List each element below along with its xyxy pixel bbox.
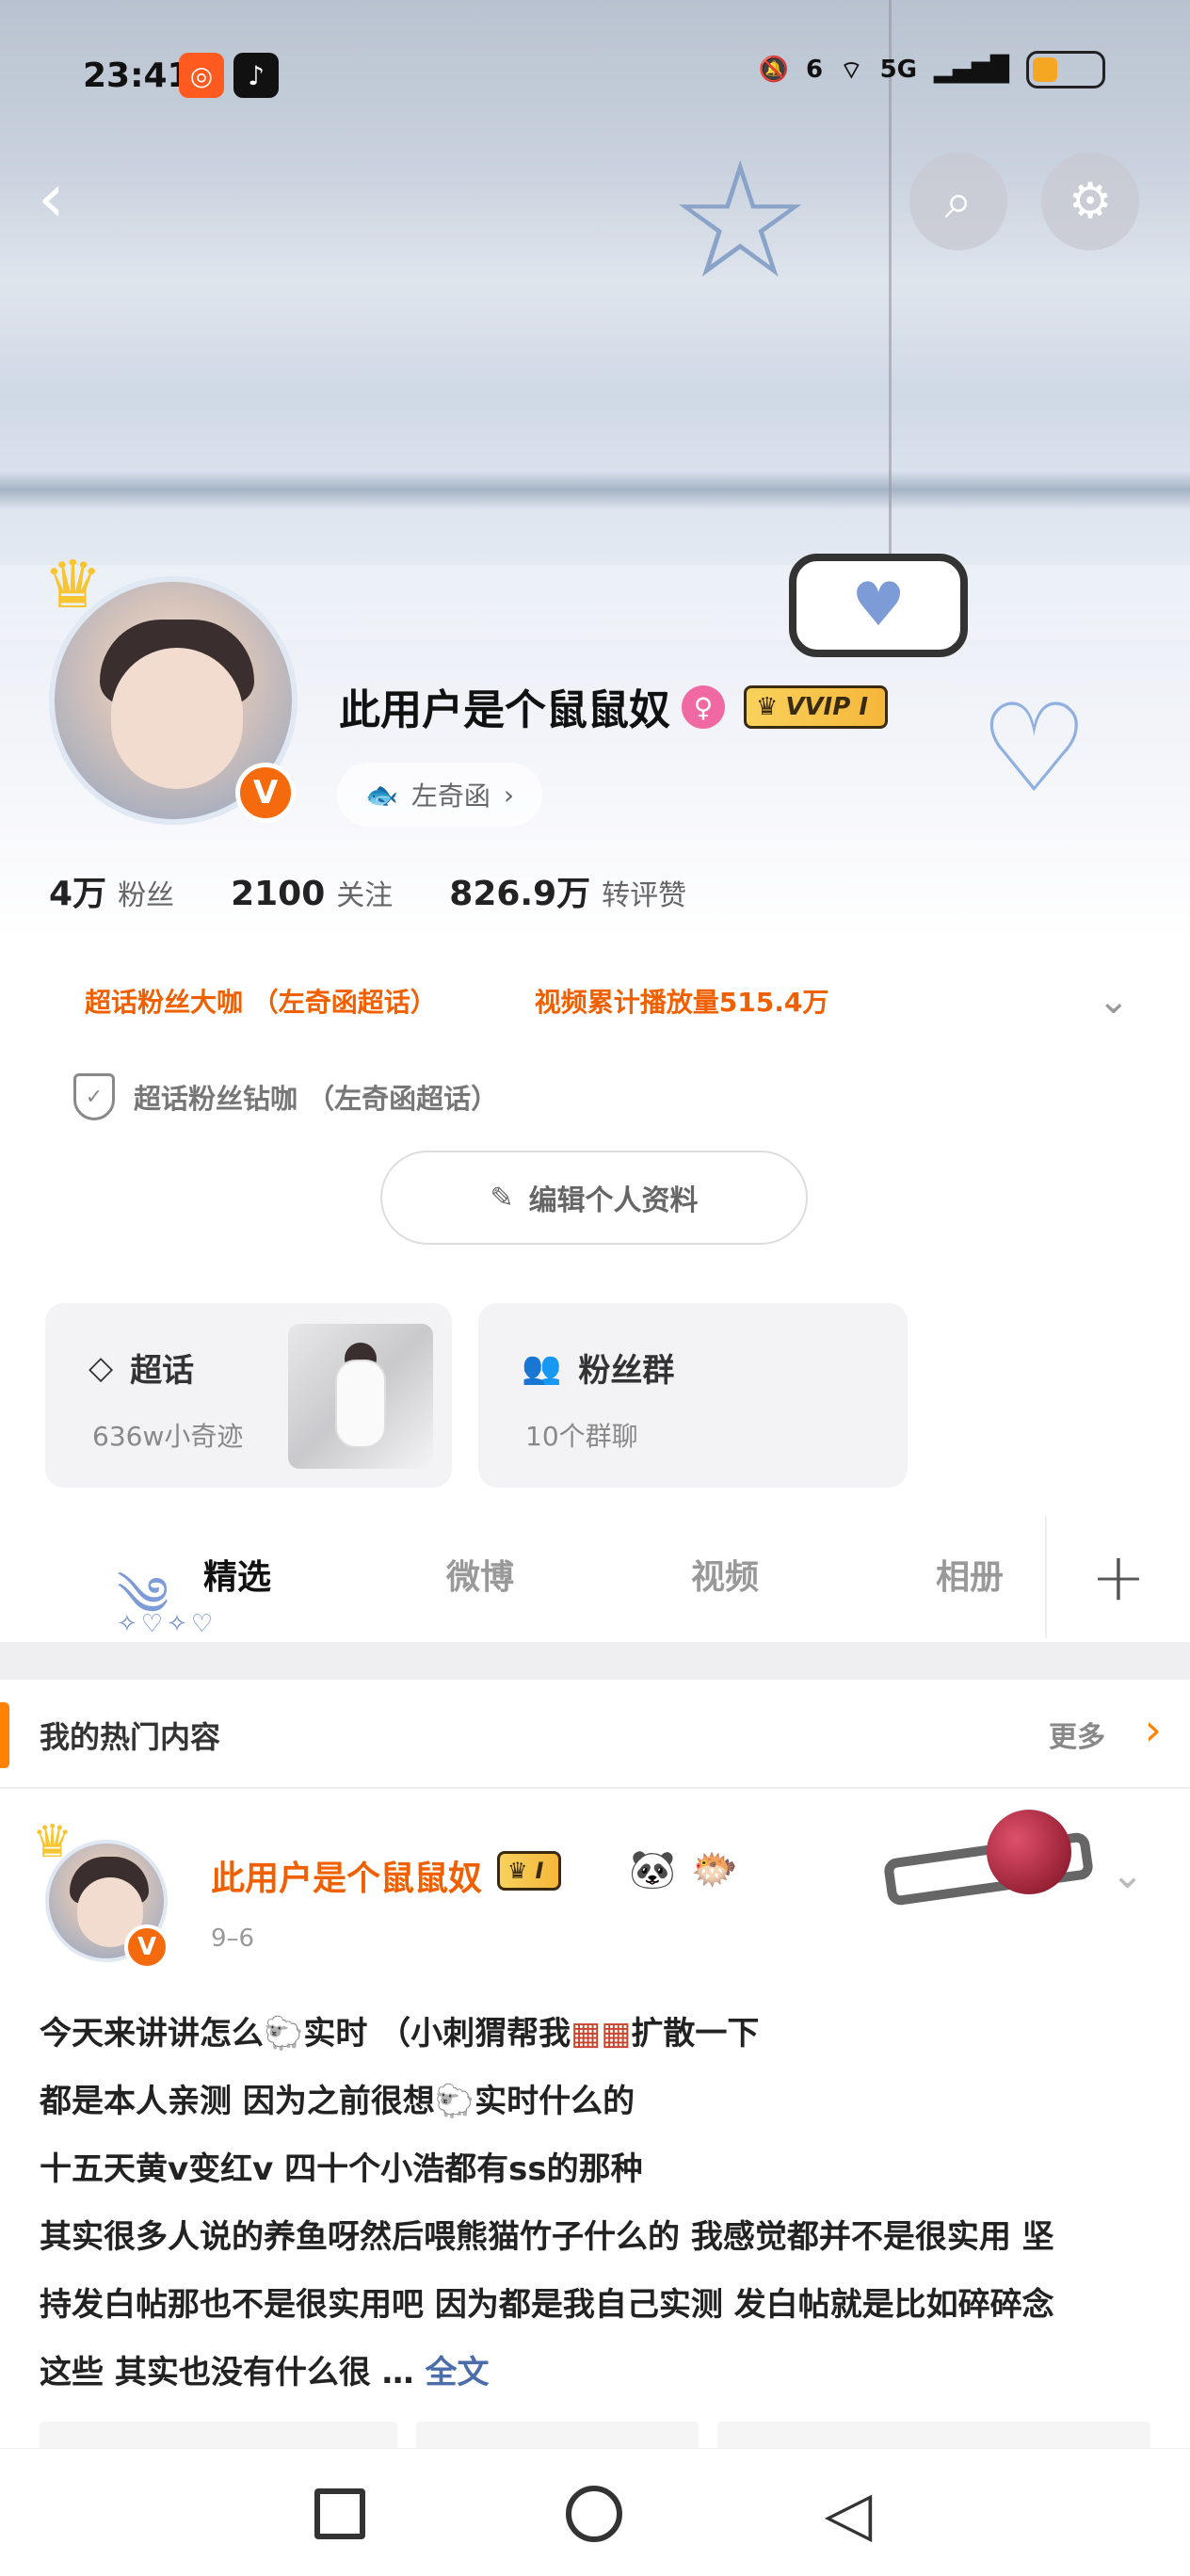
status-time: 23:41 [83, 56, 191, 95]
post-line: 今天来讲讲怎么🐑实时 （小刺猬帮我▦▦扩散一下 [40, 2015, 760, 2053]
hanging-star-decoration: ☆ [668, 128, 812, 314]
stat-followers[interactable]: 4万 粉丝 [49, 866, 174, 915]
tiktok-icon: ♪ [233, 53, 279, 98]
stat-following[interactable]: 2100 关注 [231, 872, 393, 913]
profile-tabs: ༄ 精选 ✧♡✧♡ 微博 视频 相册 [0, 1516, 1190, 1638]
badge-text: 超话粉丝钻咖 （左奇函超话） [134, 1083, 499, 1115]
signal-icon: ▂▄▆█ [934, 56, 1009, 84]
full-text-link[interactable]: 全文 [426, 2354, 490, 2391]
panda-icon: 🐼 [629, 1848, 676, 1892]
tab-weibo[interactable]: 微博 [446, 1550, 514, 1599]
post-vip-label: I [535, 1858, 544, 1884]
kuaishou-icon: ◎ [179, 53, 224, 98]
mute-icon: 🔕 [758, 56, 790, 84]
tab-video[interactable]: 视频 [691, 1550, 759, 1599]
fish-icon: 🐡 [691, 1848, 738, 1892]
post-date: 9–6 [211, 1924, 255, 1953]
vip-badge[interactable]: ♛ VVIP I [744, 685, 889, 729]
gear-icon[interactable]: ⚙ [1041, 153, 1139, 250]
chaohua-title: 超话 [130, 1352, 195, 1390]
stat-likes[interactable]: 826.9万 转评赞 [449, 866, 686, 915]
verified-v-icon: V [235, 763, 296, 823]
diamond-icon: ◇ [88, 1348, 114, 1387]
chevron-down-icon[interactable]: ⌄ [1098, 979, 1130, 1022]
chevron-down-icon[interactable]: ⌄ [1111, 1851, 1144, 1897]
accent-bar [0, 1702, 9, 1768]
fan-group-card[interactable]: 👥 粉丝群 10个群聊 [478, 1303, 908, 1488]
fish-icon: 🐟 [365, 779, 398, 811]
profile-tags: 超话粉丝大咖 （左奇函超话） 视频累计播放量515.4万 [49, 968, 865, 1034]
fan-group-sub: 10个群聊 [525, 1421, 638, 1452]
post-vip-badge: ♛ I [497, 1851, 562, 1891]
recent-apps-button[interactable] [307, 2481, 373, 2547]
female-gender-icon: ♀ [682, 685, 725, 729]
edit-profile-label: 编辑个人资料 [528, 1184, 699, 1217]
tab-album[interactable]: 相册 [936, 1550, 1004, 1599]
post-line: 都是本人亲测 因为之前很想🐑实时什么的 [40, 2083, 635, 2120]
winged-heart-decoration: ♡ [979, 677, 1089, 820]
post-image-preview[interactable] [40, 2422, 1150, 2450]
vip-crown-icon: ♛ [756, 693, 779, 721]
hot-content-title: 我的热门内容 [40, 1719, 221, 1755]
search-icon[interactable]: ⌕ [909, 153, 1007, 250]
shield-icon: ✓ [73, 1073, 115, 1120]
fan-group-title: 粉丝群 [578, 1352, 675, 1390]
back-triangle-button[interactable]: ◁ [815, 2481, 881, 2547]
tab-featured[interactable]: 精选 [203, 1550, 271, 1599]
system-nav-bar: ◁ [0, 2448, 1190, 2576]
vip-label: VVIP I [785, 693, 869, 721]
apple-card-decoration [876, 1793, 1102, 1915]
wifi-icon: ⌔ [840, 56, 863, 85]
chaohua-sub: 636w小奇迹 [92, 1421, 244, 1452]
chaohua-thumbnail [288, 1324, 433, 1469]
home-button[interactable] [561, 2481, 627, 2547]
tag-super-fan[interactable]: 超话粉丝大咖 （左奇函超话） [49, 968, 473, 1034]
chevron-right-icon: › [503, 779, 515, 811]
heart-bubble-decoration: ♥ [789, 554, 968, 657]
diamond-fan-badge[interactable]: ✓ 超话粉丝钻咖 （左奇函超话） [73, 1073, 498, 1120]
vip-crown-icon: ♛ [507, 1858, 528, 1884]
brick-icon: ▦▦ [571, 2015, 632, 2053]
post-line: 其实很多人说的养鱼呀然后喂熊猫竹子什么的 我感觉都并不是很实用 坚 [40, 2218, 1054, 2256]
fish-tag-label: 左奇函 [410, 781, 490, 812]
add-tab-icon[interactable]: + [1045, 1516, 1190, 1638]
edit-profile-button[interactable]: ✎ 编辑个人资料 [380, 1151, 808, 1245]
network-type: 5G [879, 56, 918, 84]
status-bar: 23:41 ◎ ♪ 🔕 6 ⌔ 5G ▂▄▆█ [0, 38, 1190, 113]
more-link[interactable]: 更多 [1049, 1714, 1105, 1755]
profile-username: 此用户是个鼠鼠奴 [339, 686, 670, 734]
hot-content-header: 我的热门内容 更多 › [0, 1680, 1190, 1789]
signal-extra: 6 [806, 56, 824, 84]
cover-sea-horizon [0, 471, 1190, 508]
people-icon: 👥 [522, 1348, 562, 1387]
post-text[interactable]: 今天来讲讲怎么🐑实时 （小刺猬帮我▦▦扩散一下 都是本人亲测 因为之前很想🐑实时… [40, 2000, 1150, 2407]
post-author[interactable]: 此用户是个鼠鼠奴 [211, 1851, 482, 1900]
chaohua-card[interactable]: ◇ 超话 636w小奇迹 [45, 1303, 452, 1488]
fish-tag[interactable]: 🐟 左奇函 › [337, 763, 543, 827]
battery-icon [1026, 51, 1105, 89]
post-line: 十五天黄v变红v 四十个小浩都有ss的那种 [40, 2150, 643, 2188]
post-line: 这些 其实也没有什么很 … 全文 [40, 2354, 490, 2391]
verified-v-icon: V [124, 1924, 169, 1970]
tag-video-plays[interactable]: 视频累计播放量515.4万 [498, 968, 865, 1034]
pencil-icon: ✎ [490, 1181, 514, 1215]
tab-dots-decoration: ✧♡✧♡ [117, 1610, 217, 1638]
section-divider [0, 1642, 1190, 1680]
back-icon[interactable]: ‹ [38, 160, 94, 235]
profile-stats: 4万 粉丝 2100 关注 826.9万 转评赞 [49, 866, 686, 915]
post-line: 持发白帖那也不是很实用吧 因为都是我自己实测 发白帖就是比如碎碎念 [40, 2286, 1054, 2324]
status-indicators: 🔕 6 ⌔ 5G ▂▄▆█ [759, 51, 1105, 89]
chevron-right-icon[interactable]: › [1145, 1704, 1162, 1755]
